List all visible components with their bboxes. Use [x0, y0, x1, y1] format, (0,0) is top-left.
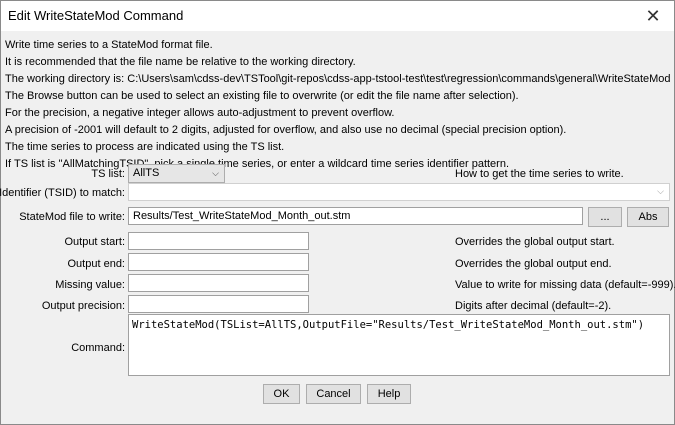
- chevron-down-icon: ⌵: [657, 186, 664, 196]
- command-label: Command:: [71, 342, 125, 354]
- window-title: Edit WriteStateMod Command: [8, 8, 184, 23]
- abs-button[interactable]: Abs: [627, 207, 669, 227]
- ts-list-note: How to get the time series to write.: [455, 168, 624, 180]
- info-line-7: The time series to process are indicated…: [5, 141, 285, 153]
- output-start-note: Overrides the global output start.: [455, 236, 615, 248]
- chevron-down-icon: ⌵: [212, 168, 219, 178]
- info-line-4: The Browse button can be used to select …: [5, 90, 519, 102]
- output-precision-label: Output precision:: [41, 300, 125, 312]
- info-line-3: The working directory is: C:\Users\sam\c…: [5, 73, 671, 85]
- command-textarea[interactable]: WriteStateMod(TSList=AllTS,OutputFile="R…: [128, 314, 670, 376]
- missing-value-label: Missing value:: [55, 279, 125, 291]
- missing-value-note: Value to write for missing data (default…: [455, 279, 675, 291]
- statemod-file-input[interactable]: Results/Test_WriteStateMod_Month_out.stm: [128, 207, 583, 225]
- info-line-5: For the precision, a negative integer al…: [5, 107, 395, 119]
- output-end-note: Overrides the global output end.: [455, 258, 612, 270]
- output-precision-note: Digits after decimal (default=-2).: [455, 300, 612, 312]
- info-line-8: If TS list is "AllMatchingTSID", pick a …: [5, 158, 510, 170]
- tsid-combo[interactable]: ⌵: [128, 183, 670, 201]
- tsid-label: Identifier (TSID) to match:: [0, 187, 125, 199]
- info-line-6: A precision of -2001 will default to 2 d…: [5, 124, 567, 136]
- output-end-input[interactable]: [128, 253, 309, 271]
- info-line-2: It is recommended that the file name be …: [5, 56, 356, 68]
- statemod-file-label: StateMod file to write:: [19, 211, 125, 223]
- title-bar: Edit WriteStateMod Command ✕: [1, 1, 674, 31]
- output-precision-input[interactable]: [128, 295, 309, 313]
- cancel-button[interactable]: Cancel: [306, 384, 361, 404]
- close-icon[interactable]: ✕: [638, 4, 668, 28]
- output-end-label: Output end:: [67, 258, 126, 270]
- output-start-label: Output start:: [64, 236, 125, 248]
- ts-list-label: TS list:: [91, 168, 125, 180]
- ok-button[interactable]: OK: [263, 384, 300, 404]
- edit-writestatemod-dialog: Edit WriteStateMod Command ✕ Write time …: [0, 0, 675, 425]
- help-button[interactable]: Help: [367, 384, 411, 404]
- output-start-input[interactable]: [128, 232, 309, 250]
- ts-list-select[interactable]: AllTS ⌵: [128, 164, 225, 183]
- browse-button[interactable]: ...: [588, 207, 622, 227]
- ts-list-value: AllTS: [133, 167, 160, 179]
- missing-value-input[interactable]: [128, 274, 309, 292]
- info-line-1: Write time series to a StateMod format f…: [5, 39, 213, 51]
